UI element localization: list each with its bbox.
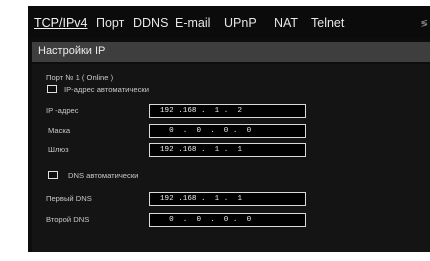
primary-dns-value: 192 .168 . 1 . 1 [160, 195, 243, 203]
ip-address-label: IP -адрес [46, 106, 79, 115]
tab-bar: TCP/IPv4 Порт DDNS E-mail UPnP NAT Telne… [28, 6, 430, 38]
dns-auto-label: DNS автоматически [68, 171, 139, 180]
tab-port[interactable]: Порт [96, 16, 124, 30]
primary-dns-field[interactable]: 192 .168 . 1 . 1 [149, 192, 306, 206]
ip-address-field[interactable]: 192 .168 . 1 . 2 [149, 104, 306, 118]
gateway-label: Шлюз [48, 145, 69, 154]
tab-telnet[interactable]: Telnet [311, 16, 344, 30]
section-title: Настройки IP [38, 45, 106, 57]
ip-settings-panel: Порт № 1 ( Online ) IP-адрес автоматичес… [32, 64, 430, 252]
tab-upnp[interactable]: UPnP [224, 16, 257, 30]
secondary-dns-field[interactable]: 0 . 0 . 0 . 0 [149, 213, 306, 227]
gateway-value: 192 .168 . 1 . 1 [160, 146, 243, 154]
ip-settings-header: Настройки IP [32, 42, 430, 62]
ip-auto-checkbox[interactable] [47, 85, 57, 93]
primary-dns-label: Первый DNS [46, 194, 92, 203]
tab-tcp-ipv4[interactable]: TCP/IPv4 [34, 16, 88, 30]
mask-field[interactable]: 0 . 0 . 0 . 0 [149, 124, 306, 138]
tab-nat[interactable]: NAT [274, 16, 298, 30]
tab-scroll-icon[interactable]: ≶ [420, 18, 428, 29]
network-settings-screen: TCP/IPv4 Порт DDNS E-mail UPnP NAT Telne… [28, 6, 430, 252]
tab-email[interactable]: E-mail [175, 16, 210, 30]
gateway-field[interactable]: 192 .168 . 1 . 1 [149, 143, 306, 157]
port-status-label: Порт № 1 ( Online ) [46, 73, 114, 82]
secondary-dns-label: Второй DNS [46, 215, 90, 224]
secondary-dns-value: 0 . 0 . 0 . 0 [160, 216, 252, 224]
tab-ddns[interactable]: DDNS [133, 16, 168, 30]
ip-address-value: 192 .168 . 1 . 2 [160, 107, 243, 115]
mask-label: Маска [48, 126, 71, 135]
ip-auto-label: IP-адрес автоматически [64, 85, 149, 94]
dns-auto-checkbox[interactable] [48, 171, 58, 179]
mask-value: 0 . 0 . 0 . 0 [160, 127, 252, 135]
